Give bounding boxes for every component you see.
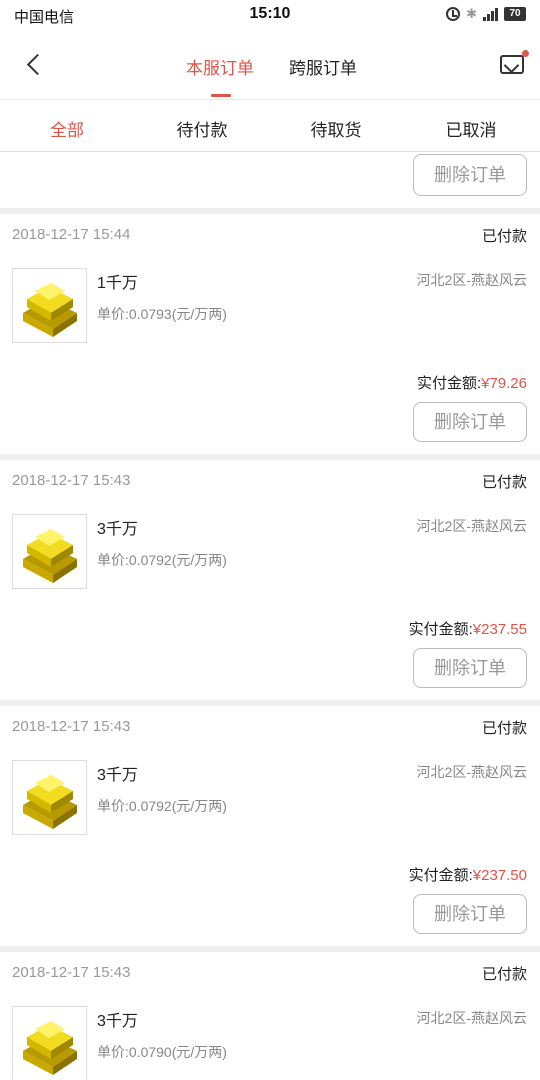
order-card-partial: 删除订单: [0, 152, 540, 208]
paid-amount-row: 实付金额:¥237.55: [409, 618, 527, 639]
paid-label: 实付金额:: [416, 375, 482, 392]
mail-envelope: [500, 55, 524, 74]
paid-amount: ¥79.26: [481, 375, 527, 392]
order-quantity: 1千万: [97, 275, 138, 292]
gold-bars-icon: [12, 760, 87, 835]
filter-pending-payment[interactable]: 待付款: [152, 116, 252, 141]
server-name: 河北2区-燕赵风云: [416, 272, 527, 288]
paid-label: 实付金额:: [408, 621, 473, 638]
paid-amount-row: 实付金额:¥237.50: [409, 864, 527, 885]
order-time: 2018-12-17 15:43: [12, 718, 131, 735]
order-status: 已付款: [481, 474, 527, 491]
order-quantity: 3千万: [97, 767, 138, 784]
filter-pending-pickup[interactable]: 待取货: [286, 116, 386, 141]
back-icon[interactable]: [20, 50, 50, 80]
tab-local-orders[interactable]: 本服订单: [186, 54, 254, 79]
order-card[interactable]: 2018-12-17 15:43 已付款 3千万 河北2区-燕赵风云 单价:0.…: [0, 460, 540, 700]
order-status: 已付款: [481, 966, 527, 983]
notification-dot: [522, 50, 529, 57]
unit-price: 单价:0.0792(元/万两): [97, 798, 227, 814]
order-time: 2018-12-17 15:43: [12, 964, 131, 981]
delete-order-button[interactable]: 删除订单: [413, 154, 527, 196]
delete-order-button[interactable]: 删除订单: [413, 648, 527, 688]
filter-tabs: 全部 待付款 待取货 已取消: [0, 100, 540, 152]
order-card[interactable]: 2018-12-17 15:44 已付款 1千万 河北2区-燕赵风云 单价:0.…: [0, 214, 540, 454]
tab-cross-server-orders[interactable]: 跨服订单: [289, 54, 357, 79]
order-list[interactable]: 删除订单 2018-12-17 15:44 已付款 1千万 河北2区-燕赵风云 …: [0, 152, 540, 1080]
server-name: 河北2区-燕赵风云: [416, 764, 527, 780]
status-icons: ✱ 70: [446, 7, 526, 21]
order-time: 2018-12-17 15:43: [12, 472, 131, 489]
order-status: 已付款: [481, 228, 527, 245]
gold-bars-icon: [12, 1006, 87, 1080]
server-name: 河北2区-燕赵风云: [416, 518, 527, 534]
order-time: 2018-12-17 15:44: [12, 226, 131, 243]
filter-cancelled[interactable]: 已取消: [421, 116, 521, 141]
order-card[interactable]: 2018-12-17 15:43 已付款 3千万 河北2区-燕赵风云 单价:0.…: [0, 706, 540, 946]
order-quantity: 3千万: [97, 1013, 138, 1030]
server-name: 河北2区-燕赵风云: [416, 1010, 527, 1026]
gold-bars-icon: [12, 268, 87, 343]
paid-amount: ¥237.50: [472, 867, 527, 884]
bluetooth-icon: ✱: [466, 6, 477, 21]
paid-amount-row: 实付金额:¥79.26: [417, 372, 527, 393]
battery-icon: 70: [504, 7, 526, 21]
order-card[interactable]: 2018-12-17 15:43 已付款 3千万 河北2区-燕赵风云 单价:0.…: [0, 952, 540, 1080]
unit-price: 单价:0.0793(元/万两): [97, 306, 227, 322]
unit-price: 单价:0.0792(元/万两): [97, 552, 227, 568]
gold-bars-icon: [12, 514, 87, 589]
unit-price: 单价:0.0790(元/万两): [97, 1044, 227, 1060]
mail-icon[interactable]: [500, 50, 529, 74]
delete-order-button[interactable]: 删除订单: [413, 402, 527, 442]
delete-order-button[interactable]: 删除订单: [413, 894, 527, 934]
order-status: 已付款: [481, 720, 527, 737]
nav-bar: 本服订单 跨服订单: [0, 30, 540, 100]
status-bar: 中国电信 15:10 ✱ 70: [0, 0, 540, 30]
signal-icon: [483, 7, 498, 21]
paid-label: 实付金额:: [408, 867, 473, 884]
paid-amount: ¥237.55: [472, 621, 527, 638]
active-tab-indicator: [211, 94, 231, 97]
filter-all[interactable]: 全部: [17, 116, 117, 141]
alarm-icon: [446, 7, 461, 21]
order-quantity: 3千万: [97, 521, 138, 538]
